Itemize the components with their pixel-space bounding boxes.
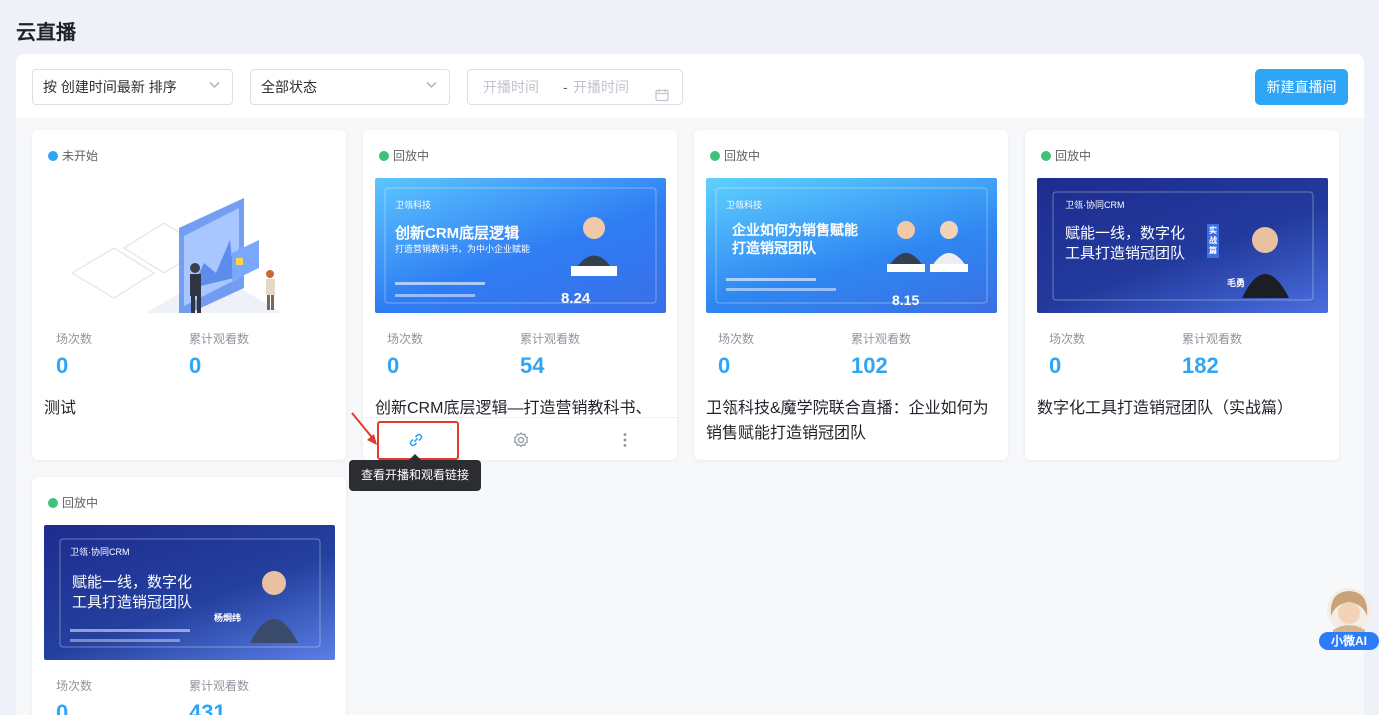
sessions-label: 场次数	[56, 679, 93, 693]
views-count: 182	[1182, 353, 1219, 378]
new-live-room-button[interactable]: 新建直播间	[1255, 69, 1348, 105]
sessions-count: 0	[718, 353, 731, 378]
chevron-down-icon	[209, 70, 220, 104]
sort-select-value: 按 创建时间最新 排序	[43, 79, 177, 95]
views-count: 54	[520, 353, 545, 378]
status-badge: 未开始	[48, 149, 98, 163]
date-separator: -	[563, 79, 568, 95]
views-label: 累计观看数	[1182, 332, 1243, 346]
sessions-label: 场次数	[387, 332, 424, 346]
filter-toolbar: 按 创建时间最新 排序 全部状态 开播时间 - 开播时间 新建直播间	[16, 54, 1364, 118]
sessions-label: 场次数	[718, 332, 755, 346]
red-arrow-icon	[351, 412, 377, 445]
card-title[interactable]: 数字化工具打造销冠团队（实战篇）	[1037, 396, 1327, 421]
tooltip: 查看开播和观看链接	[349, 460, 481, 491]
cover-image: 卫瓴科技 企业如何为销售赋能 打造销冠团队 8.15	[706, 178, 997, 313]
sessions-count: 0	[1049, 353, 1062, 378]
card-action-bar	[363, 417, 677, 460]
status-select[interactable]: 全部状态	[250, 69, 450, 105]
status-badge: 回放中	[1041, 149, 1091, 163]
more-vertical-icon[interactable]	[605, 418, 645, 460]
sessions-count: 0	[387, 353, 400, 378]
card-title[interactable]: 测试	[44, 396, 334, 421]
gear-icon[interactable]	[501, 418, 541, 460]
live-card[interactable]: 未开始 场次数 累计观看数 0 0 测试	[32, 130, 346, 460]
date-start-input[interactable]: 开播时间	[483, 70, 539, 104]
date-end-input[interactable]: 开播时间	[573, 70, 629, 104]
views-count: 102	[851, 353, 888, 378]
cover-image: 卫瓴科技 创新CRM底层逻辑 打造营销教科书，为中小企业赋能 8.24	[375, 178, 666, 313]
cover-image: 卫瓴·协同CRM 赋能一线，数字化 工具打造销冠团队 杨炯纬	[44, 525, 335, 660]
sessions-label: 场次数	[56, 332, 93, 346]
live-card[interactable]: 回放中 卫瓴科技 企业如何为销售赋能 打造销冠团队 8.15 场次数 累计观看数…	[694, 130, 1008, 460]
views-label: 累计观看数	[851, 332, 912, 346]
page-title: 云直播	[16, 22, 76, 44]
status-dot	[1041, 151, 1051, 161]
status-badge: 回放中	[710, 149, 760, 163]
date-range-picker[interactable]: 开播时间 - 开播时间	[467, 69, 683, 105]
status-dot	[379, 151, 389, 161]
card-title[interactable]: 卫瓴科技&魔学院联合直播：企业如何为销售赋能打造销冠团队	[706, 396, 996, 446]
chevron-down-icon	[426, 70, 437, 104]
sessions-label: 场次数	[1049, 332, 1086, 346]
views-label: 累计观看数	[189, 679, 250, 693]
live-card[interactable]: 回放中 卫瓴科技 创新CRM底层逻辑 打造营销教科书，为中小企业赋能 8.24 …	[363, 130, 677, 460]
status-select-value: 全部状态	[261, 79, 317, 95]
sessions-count: 0	[56, 700, 69, 715]
sort-select[interactable]: 按 创建时间最新 排序	[32, 69, 233, 105]
status-dot	[710, 151, 720, 161]
views-count: 0	[189, 353, 202, 378]
views-label: 累计观看数	[520, 332, 581, 346]
assistant-label[interactable]: 小微AI	[1319, 632, 1379, 650]
status-badge: 回放中	[379, 149, 429, 163]
calendar-icon	[655, 80, 669, 114]
empty-illustration	[44, 178, 335, 313]
status-dot	[48, 498, 58, 508]
sessions-count: 0	[56, 353, 69, 378]
cover-image: 卫瓴·协同CRM 赋能一线，数字化 工具打造销冠团队 实战篇 毛勇	[1037, 178, 1328, 313]
status-dot	[48, 151, 58, 161]
views-label: 累计观看数	[189, 332, 250, 346]
status-badge: 回放中	[48, 496, 98, 510]
views-count: 431	[189, 700, 226, 715]
live-card[interactable]: 回放中 卫瓴·协同CRM 赋能一线，数字化 工具打造销冠团队 杨炯纬 场次数 累…	[32, 477, 346, 715]
live-card[interactable]: 回放中 卫瓴·协同CRM 赋能一线，数字化 工具打造销冠团队 实战篇 毛勇 场次…	[1025, 130, 1339, 460]
